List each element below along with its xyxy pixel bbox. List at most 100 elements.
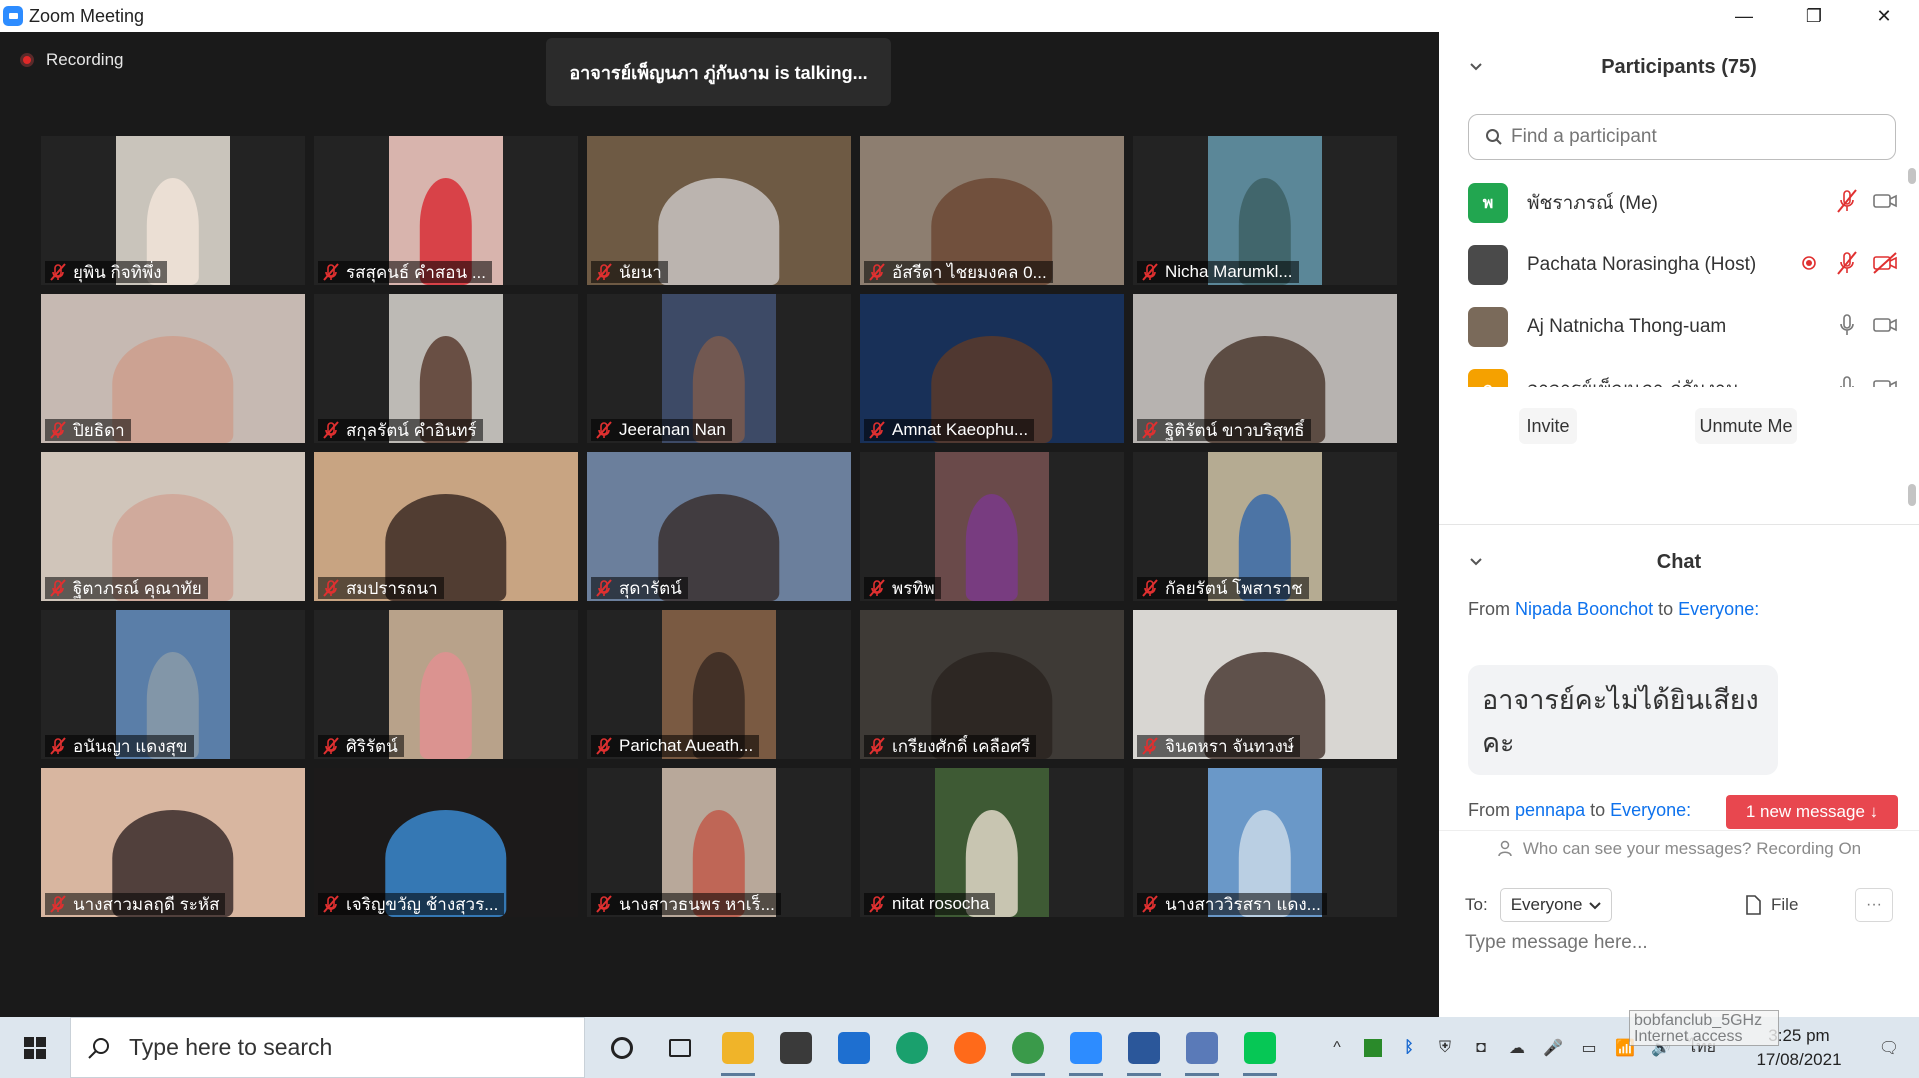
participant-name-label: Parichat Aueath... bbox=[591, 735, 760, 757]
video-tile[interactable]: นางสาววิรสรา แดง... bbox=[1133, 768, 1397, 917]
participant-row[interactable]: Aj Natnicha Thong-uam bbox=[1439, 296, 1909, 358]
participant-search[interactable] bbox=[1468, 114, 1896, 160]
app-tray-icon[interactable] bbox=[1355, 1017, 1391, 1078]
pdf-icon[interactable] bbox=[1173, 1017, 1231, 1078]
onedrive-cloud-icon[interactable]: ☁ bbox=[1499, 1017, 1535, 1078]
video-tile[interactable]: อนันญา แดงสุข bbox=[41, 610, 305, 759]
muted-microphone-icon bbox=[1833, 188, 1861, 219]
minimize-button[interactable]: — bbox=[1709, 0, 1779, 32]
more-options-button[interactable]: ··· bbox=[1855, 888, 1893, 922]
participant-name-label: อัสรีดา ไชยมงคล 0... bbox=[864, 261, 1053, 283]
video-tile[interactable]: สมปรารถนา bbox=[314, 452, 578, 601]
participant-name: สมปรารถนา bbox=[346, 578, 438, 598]
muted-microphone-icon bbox=[595, 263, 613, 281]
panel-divider bbox=[1439, 524, 1919, 525]
task-view-icon[interactable] bbox=[651, 1017, 709, 1078]
video-tile[interactable]: nitat rosocha bbox=[860, 768, 1124, 917]
chrome-icon[interactable] bbox=[999, 1017, 1057, 1078]
action-center-icon[interactable]: 🗨 bbox=[1859, 1017, 1919, 1078]
participant-name-label: นางสาวมลฤดี ระหัส bbox=[45, 893, 226, 915]
video-tile[interactable]: Parichat Aueath... bbox=[587, 610, 851, 759]
video-tile[interactable]: ปิยธิดา bbox=[41, 294, 305, 443]
taskbar-search-placeholder: Type here to search bbox=[129, 1034, 333, 1060]
video-tile[interactable]: นัยนา bbox=[587, 136, 851, 285]
sender-name[interactable]: Nipada Boonchot bbox=[1515, 599, 1653, 619]
recipient-name: Everyone: bbox=[1610, 800, 1692, 820]
chat-collapse-chevron-icon[interactable] bbox=[1469, 555, 1483, 569]
zoom-glyph bbox=[1070, 1031, 1102, 1064]
file-explorer-icon[interactable] bbox=[709, 1017, 767, 1078]
file-button[interactable]: File bbox=[1745, 895, 1798, 915]
participant-name: Parichat Aueath... bbox=[619, 736, 754, 755]
show-hidden-icons-chevron-icon[interactable]: ^ bbox=[1319, 1017, 1355, 1078]
video-tile[interactable]: นางสาวธนพร หาเร็... bbox=[587, 768, 851, 917]
video-tile[interactable]: สกุลรัตน์ คำอินทร์ bbox=[314, 294, 578, 443]
video-tile[interactable]: นางสาวมลฤดี ระหัส bbox=[41, 768, 305, 917]
start-button[interactable] bbox=[0, 1017, 70, 1078]
video-tile[interactable]: ยุพิน กิจทิพึ่ง bbox=[41, 136, 305, 285]
security-shield-icon[interactable]: ⛨ bbox=[1427, 1017, 1463, 1078]
video-tile[interactable]: สุดารัตน์ bbox=[587, 452, 851, 601]
participant-row[interactable]: Pachata Norasingha (Host) bbox=[1439, 234, 1909, 296]
participant-name-label: รสสุคนธ์ คำสอน ... bbox=[318, 261, 492, 283]
video-gallery: Recording อาจารย์เพ็ญนภา ภู่กันงาม is ta… bbox=[0, 32, 1439, 1017]
video-tile[interactable]: Nicha Marumkl... bbox=[1133, 136, 1397, 285]
participant-name-label: เกรียงศักดิ์ เคลือศรี bbox=[864, 735, 1037, 757]
word-icon[interactable] bbox=[1115, 1017, 1173, 1078]
unmute-me-button[interactable]: Unmute Me bbox=[1695, 408, 1797, 444]
cortana-icon[interactable] bbox=[593, 1017, 651, 1078]
muted-microphone-icon bbox=[1141, 737, 1159, 755]
participant-name-label: ปิยธิดา bbox=[45, 419, 131, 441]
recipient-select[interactable]: Everyone bbox=[1499, 888, 1612, 922]
video-tile[interactable]: รสสุคนธ์ คำสอน ... bbox=[314, 136, 578, 285]
participant-list-name: Aj Natnicha Thong-uam bbox=[1527, 316, 1727, 337]
video-tile[interactable]: พรทิพ bbox=[860, 452, 1124, 601]
video-tile[interactable]: อัสรีดา ไชยมงคล 0... bbox=[860, 136, 1124, 285]
collapse-chevron-icon[interactable] bbox=[1469, 60, 1483, 74]
edge-icon[interactable] bbox=[883, 1017, 941, 1078]
invite-button[interactable]: Invite bbox=[1519, 408, 1577, 444]
store-icon[interactable] bbox=[767, 1017, 825, 1078]
mail-icon[interactable] bbox=[825, 1017, 883, 1078]
participant-name-label: สกุลรัตน์ คำอินทร์ bbox=[318, 419, 483, 441]
participants-scrollbar[interactable] bbox=[1908, 168, 1916, 184]
video-tile[interactable]: Jeeranan Nan bbox=[587, 294, 851, 443]
video-tile[interactable]: ฐิตาภรณ์ คุณาทัย bbox=[41, 452, 305, 601]
participant-search-input[interactable] bbox=[1511, 126, 1871, 148]
microphone-tray-icon[interactable]: 🎤 bbox=[1535, 1017, 1571, 1078]
firefox-icon[interactable] bbox=[941, 1017, 999, 1078]
webcam-tray-icon[interactable]: ◘ bbox=[1463, 1017, 1499, 1078]
new-message-button[interactable]: 1 new message ↓ bbox=[1726, 795, 1898, 829]
chat-scrollbar[interactable] bbox=[1908, 484, 1916, 506]
taskbar-search[interactable]: Type here to search bbox=[70, 1017, 585, 1078]
video-tile[interactable]: กัลยรัตน์ โพสาราช bbox=[1133, 452, 1397, 601]
video-tile[interactable]: ฐิติรัตน์ ขาวบริสุทธิ์ bbox=[1133, 294, 1397, 443]
participant-row[interactable]: อ อาจารย์เพ็ญนภา ภู่กันงาม bbox=[1439, 358, 1909, 387]
participant-name: อนันญา แดงสุข bbox=[73, 736, 188, 756]
sender-name[interactable]: pennapa bbox=[1515, 800, 1585, 820]
line-icon[interactable] bbox=[1231, 1017, 1289, 1078]
participant-name-label: Amnat Kaeophu... bbox=[864, 419, 1035, 441]
close-button[interactable]: ✕ bbox=[1849, 0, 1919, 32]
video-tile[interactable]: เกรียงศักดิ์ เคลือศรี bbox=[860, 610, 1124, 759]
participant-name-label: ยุพิน กิจทิพึ่ง bbox=[45, 261, 168, 283]
participant-name: ปิยธิดา bbox=[73, 420, 125, 440]
video-tile[interactable]: จินดหรา จันทวงษ์ bbox=[1133, 610, 1397, 759]
bluetooth-icon[interactable]: ᛒ bbox=[1391, 1017, 1427, 1078]
battery-icon[interactable]: ▭ bbox=[1571, 1017, 1607, 1078]
zoom-icon[interactable] bbox=[1057, 1017, 1115, 1078]
muted-microphone-icon bbox=[49, 421, 67, 439]
muted-microphone-icon bbox=[322, 579, 340, 597]
from-label: From bbox=[1468, 800, 1510, 820]
video-tile[interactable]: Amnat Kaeophu... bbox=[860, 294, 1124, 443]
restore-button[interactable]: ❐ bbox=[1779, 0, 1849, 32]
participant-row[interactable]: พ พัชราภรณ์ (Me) bbox=[1439, 172, 1909, 234]
window-titlebar: Zoom Meeting — ❐ ✕ bbox=[0, 0, 1919, 32]
file-icon bbox=[1746, 895, 1761, 915]
video-tile[interactable]: เจริญขวัญ ช้างสุวร... bbox=[314, 768, 578, 917]
chat-visibility-notice[interactable]: Who can see your messages? Recording On bbox=[1439, 830, 1919, 866]
to-label: to bbox=[1658, 599, 1674, 619]
chat-message-input[interactable] bbox=[1465, 932, 1895, 954]
chrome-glyph bbox=[1012, 1031, 1044, 1064]
video-tile[interactable]: ศิริรัตน์ bbox=[314, 610, 578, 759]
